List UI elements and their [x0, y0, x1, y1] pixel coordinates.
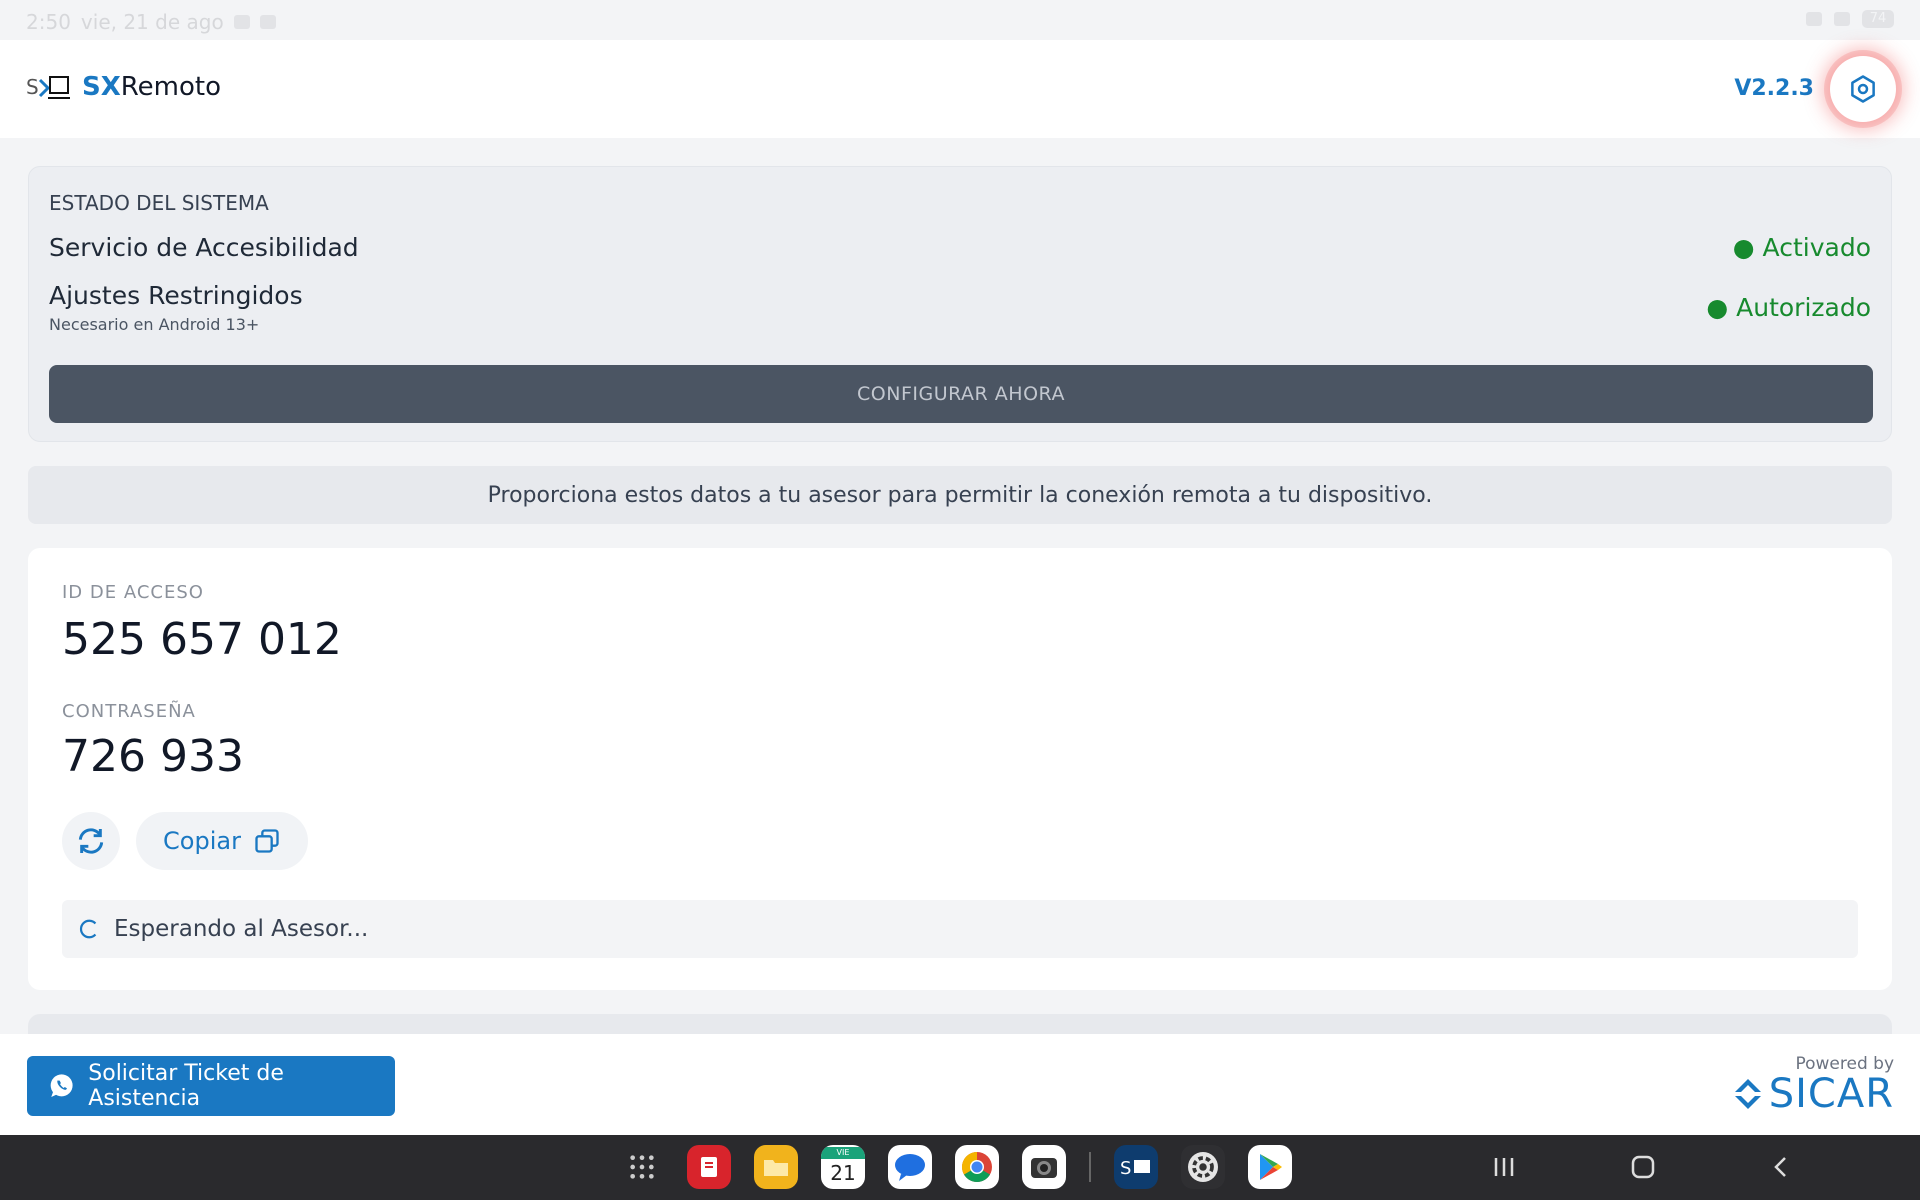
next-card-edge	[28, 1014, 1892, 1034]
restricted-settings-label: Ajustes Restringidos	[49, 281, 303, 310]
restricted-status-badge: ● Autorizado	[1706, 293, 1871, 322]
dock-separator	[1089, 1152, 1091, 1182]
mute-icon	[1806, 12, 1822, 26]
chrome-app-icon[interactable]	[955, 1145, 999, 1189]
footer: Solicitar Ticket de Asistencia Powered b…	[0, 1034, 1920, 1135]
version-label: V2.2.3	[1734, 76, 1814, 101]
home-button[interactable]	[1623, 1149, 1663, 1185]
play-store-app-icon[interactable]	[1248, 1145, 1292, 1189]
access-id-value: 525 657 012	[62, 614, 342, 665]
camera-app-icon[interactable]	[1022, 1145, 1066, 1189]
app-logo: S SXRemoto	[26, 72, 221, 102]
notes-app-icon[interactable]	[687, 1145, 731, 1189]
waiting-status: Esperando al Asesor...	[62, 900, 1858, 958]
status-bar: 2:50 vie, 21 de ago 74	[0, 0, 1920, 40]
copy-icon	[255, 829, 279, 853]
powered-by: Powered by SICAR	[1733, 1054, 1894, 1114]
sicar-logo-icon	[1734, 1079, 1761, 1109]
configure-now-button[interactable]: CONFIGURAR AHORA	[49, 365, 1873, 423]
password-label: CONTRASEÑA	[62, 701, 196, 722]
logo-icon: S	[26, 75, 70, 99]
system-status-title: ESTADO DEL SISTEMA	[49, 191, 269, 215]
copy-label: Copiar	[163, 827, 241, 855]
app-dock: VIE 21 S	[620, 1145, 1292, 1189]
password-value: 726 933	[62, 731, 244, 782]
refresh-icon	[78, 828, 104, 854]
system-status-card: ESTADO DEL SISTEMA Servicio de Accesibil…	[28, 166, 1892, 442]
settings-app-icon[interactable]	[1181, 1145, 1225, 1189]
whatsapp-icon	[50, 1074, 73, 1097]
status-date: vie, 21 de ago	[80, 10, 224, 34]
settings-button[interactable]	[1830, 56, 1896, 122]
notification-icon	[259, 15, 276, 29]
svg-text:S: S	[1120, 1158, 1131, 1179]
copy-button[interactable]: Copiar	[136, 812, 308, 870]
app-drawer-icon[interactable]	[620, 1145, 664, 1189]
request-ticket-button[interactable]: Solicitar Ticket de Asistencia	[27, 1056, 395, 1116]
app-header: S SXRemoto V2.2.3	[0, 40, 1920, 138]
accessibility-service-label: Servicio de Accesibilidad	[49, 233, 359, 262]
files-app-icon[interactable]	[754, 1145, 798, 1189]
sxremoto-app-icon[interactable]: S	[1114, 1145, 1158, 1189]
restricted-settings-sublabel: Necesario en Android 13+	[49, 315, 260, 334]
app-name: SXRemoto	[82, 72, 222, 102]
recents-button[interactable]	[1484, 1149, 1524, 1185]
credentials-card: ID DE ACCESO 525 657 012 CONTRASEÑA 726 …	[28, 548, 1892, 990]
back-button[interactable]	[1761, 1149, 1801, 1185]
calendar-app-icon[interactable]: VIE 21	[821, 1145, 865, 1189]
system-navigation-bar: VIE 21 S	[0, 1135, 1920, 1200]
status-time: 2:50	[26, 10, 71, 34]
svg-text:S: S	[26, 75, 39, 99]
wifi-icon	[1834, 12, 1850, 26]
sicar-logo-text: SICAR	[1768, 1071, 1894, 1117]
waiting-text: Esperando al Asesor...	[114, 916, 369, 942]
settings-icon	[1851, 75, 1875, 103]
battery-icon: 74	[1862, 10, 1894, 28]
access-id-label: ID DE ACCESO	[62, 582, 204, 603]
accessibility-status-badge: ● Activado	[1732, 233, 1871, 262]
request-ticket-label: Solicitar Ticket de Asistencia	[88, 1061, 284, 1111]
info-banner: Proporciona estos datos a tu asesor para…	[28, 466, 1892, 524]
notification-icon	[233, 15, 250, 29]
messages-app-icon[interactable]	[888, 1145, 932, 1189]
spinner-icon	[80, 919, 97, 939]
refresh-password-button[interactable]	[62, 812, 120, 870]
